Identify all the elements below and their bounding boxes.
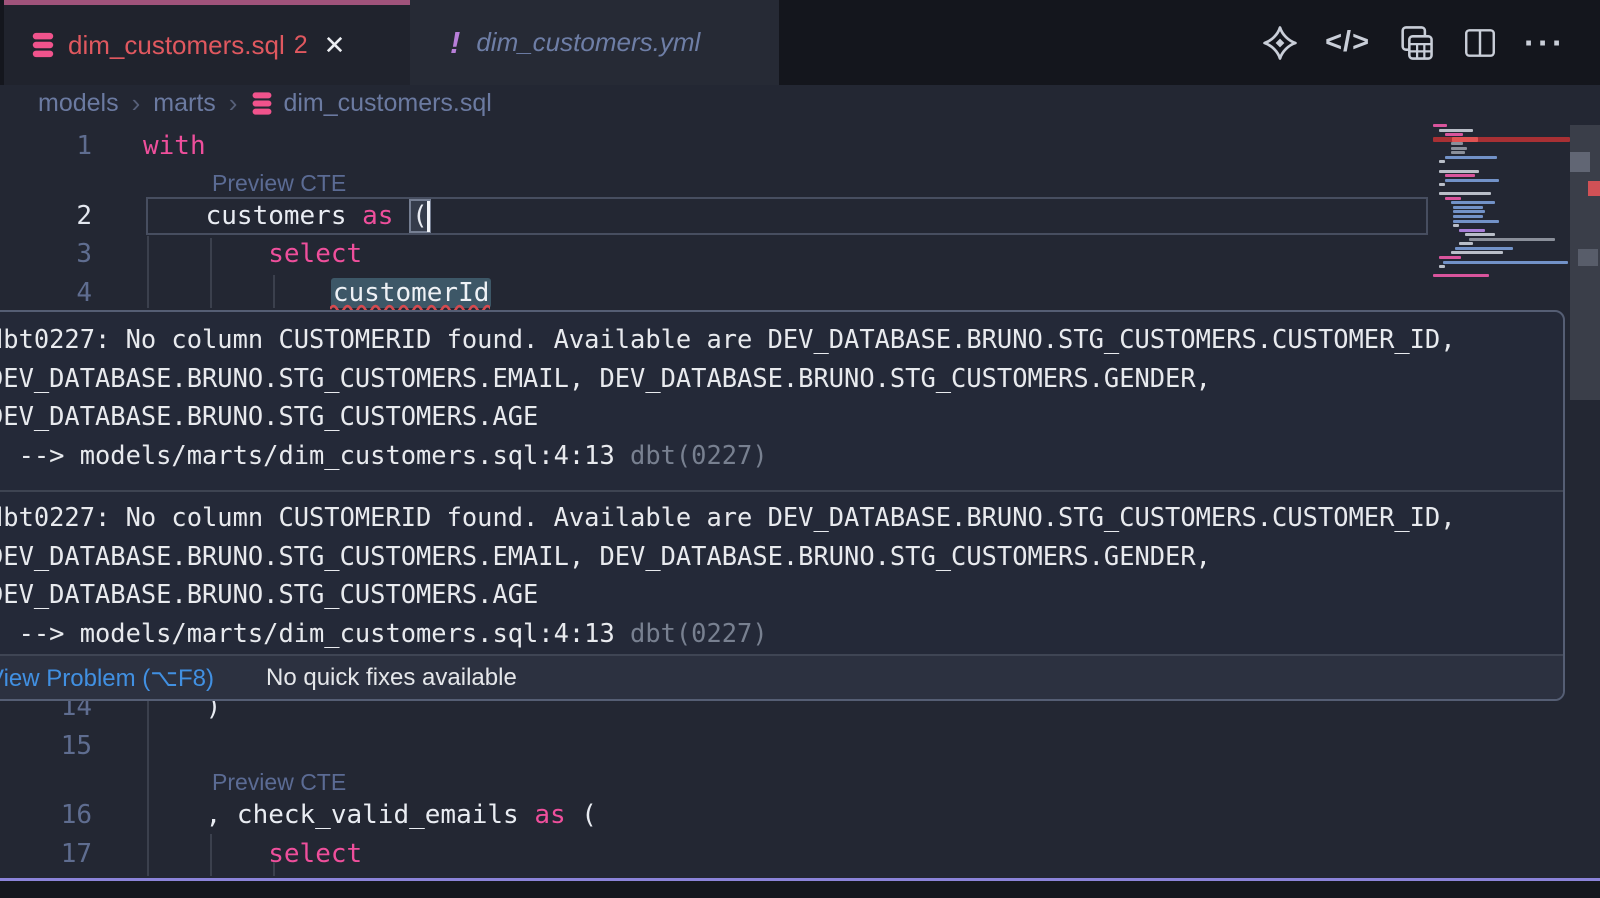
minimap-line — [1443, 261, 1568, 264]
indent-guide — [273, 862, 275, 876]
vscode-window: dim_customers.sql 2 ✕ ! dim_customers.ym… — [0, 0, 1600, 898]
minimap-error-word — [1452, 137, 1478, 142]
error-hover-popup: dbt0227: No column CUSTOMERID found. Ava… — [0, 310, 1565, 701]
minimap-line — [1465, 233, 1495, 236]
code-line[interactable]: , check_valid_emails as ( — [143, 796, 597, 835]
hover-divider — [0, 490, 1563, 492]
vertical-scrollbar[interactable] — [1570, 125, 1600, 400]
minimap-line — [1439, 265, 1445, 268]
minimap-line — [1451, 142, 1463, 145]
minimap-line — [1445, 197, 1461, 200]
minimap-line — [1455, 247, 1513, 250]
indent-guide — [147, 236, 149, 308]
line-number[interactable]: 15 — [0, 727, 92, 766]
minimap-line — [1459, 242, 1473, 245]
minimap-line — [1439, 170, 1479, 173]
minimap-line — [1439, 192, 1491, 195]
text-cursor — [427, 201, 430, 232]
minimap-line — [1445, 133, 1463, 136]
minimap-line — [1439, 183, 1445, 186]
overview-ruler-mark — [1588, 181, 1600, 196]
minimap-line — [1453, 220, 1499, 223]
error-message-block: dbt0227: No column CUSTOMERID found. Ava… — [0, 320, 1456, 474]
error-code: dbt(0227) — [630, 440, 768, 470]
minimap-line — [1453, 206, 1483, 209]
line-number[interactable]: 17 — [0, 835, 92, 874]
hover-status-bar: View Problem (⌥F8) No quick fixes availa… — [0, 654, 1563, 699]
minimap-line — [1445, 179, 1499, 182]
minimap-line — [1439, 256, 1461, 259]
minimap-line — [1433, 124, 1447, 127]
minimap-line — [1445, 174, 1475, 177]
line-number[interactable]: 16 — [0, 796, 92, 835]
minimap-line — [1451, 201, 1495, 204]
codelens-preview-cte[interactable]: Preview CTE — [212, 769, 346, 796]
overview-ruler-mark — [1570, 152, 1590, 172]
minimap-line — [1433, 274, 1489, 277]
bottom-strip — [0, 881, 1600, 898]
minimap-line — [1453, 210, 1485, 213]
minimap-line — [1453, 224, 1459, 227]
indent-guide — [273, 275, 275, 308]
minimap-line — [1451, 147, 1467, 150]
minimap-line — [1459, 229, 1485, 232]
minimap-line — [1451, 251, 1503, 254]
minimap-line — [1453, 215, 1483, 218]
no-quick-fixes-label: No quick fixes available — [266, 664, 517, 692]
error-code: dbt(0227) — [630, 618, 768, 648]
indent-guide — [147, 701, 149, 876]
view-problem-link[interactable]: View Problem (⌥F8) — [0, 664, 214, 693]
minimap-line — [1451, 151, 1465, 154]
overview-ruler-mark — [1578, 249, 1598, 266]
error-message-block: dbt0227: No column CUSTOMERID found. Ava… — [0, 498, 1456, 652]
minimap-line — [1439, 129, 1473, 132]
indent-guide — [210, 834, 212, 876]
minimap-line — [1445, 156, 1497, 159]
code-line[interactable]: select — [143, 835, 362, 874]
minimap-line — [1439, 160, 1445, 163]
minimap-line — [1469, 238, 1555, 241]
indent-guide — [210, 238, 212, 308]
